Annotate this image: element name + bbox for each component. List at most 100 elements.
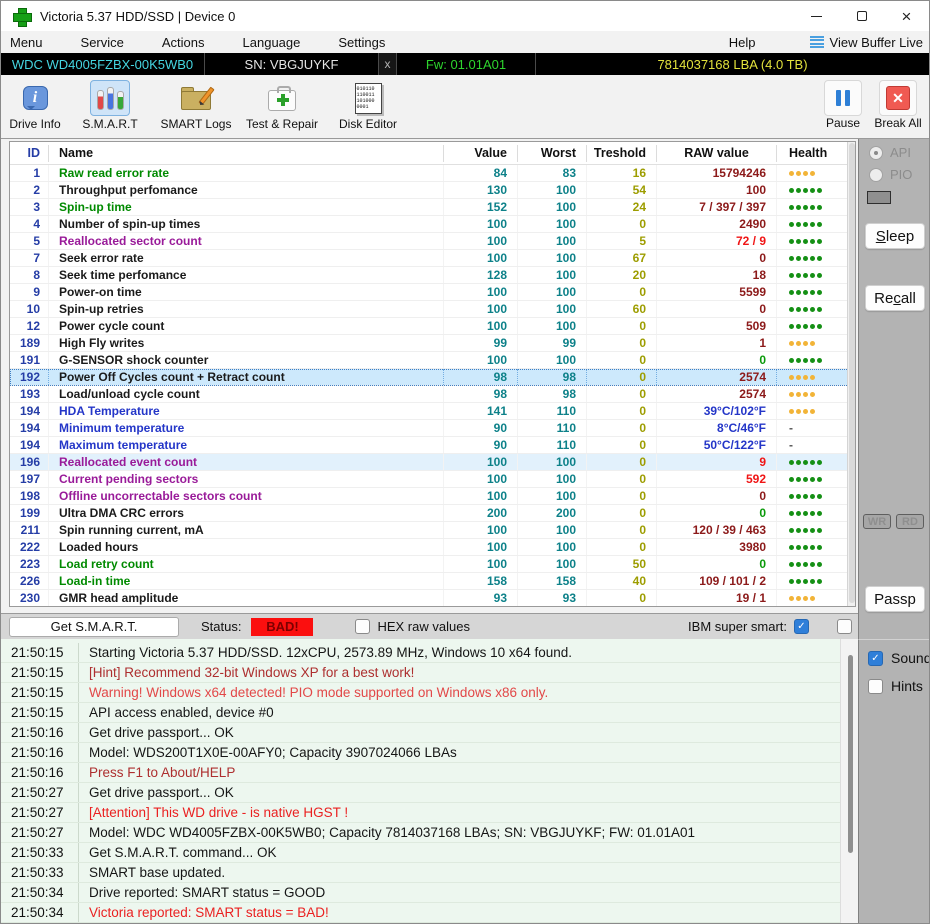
log-message: Warning! Windows x64 detected! PIO mode … <box>89 685 549 700</box>
menu-help[interactable]: Help <box>729 35 756 50</box>
sound-option[interactable]: ✓ Sound <box>868 650 930 666</box>
drive-info-button[interactable]: i Drive Info <box>3 80 67 138</box>
hex-raw-values-option[interactable]: HEX raw values <box>355 619 470 634</box>
passp-button[interactable]: Passp <box>865 586 925 612</box>
attr-treshold: 0 <box>587 420 657 436</box>
log-scrollbar[interactable] <box>840 639 858 923</box>
wr-button[interactable]: WR <box>863 514 891 529</box>
extra-checkbox[interactable] <box>837 619 852 634</box>
api-radio-option[interactable]: API <box>869 145 911 160</box>
disk-editor-button[interactable]: 010110 110011 101000 0001 Disk Editor <box>325 80 411 138</box>
hints-option[interactable]: Hints <box>868 678 923 694</box>
menu-settings[interactable]: Settings <box>338 35 385 50</box>
device-band-close-button[interactable]: x <box>378 53 397 75</box>
attr-raw-value: 0 <box>657 505 777 521</box>
attr-treshold: 20 <box>587 267 657 283</box>
table-row[interactable]: 2 Throughput perfomance 130 100 54 100 <box>10 182 855 199</box>
table-row[interactable]: 5 Reallocated sector count 100 100 5 72 … <box>10 233 855 250</box>
ibm-checkbox[interactable]: ✓ <box>794 619 809 634</box>
table-row[interactable]: 4 Number of spin-up times 100 100 0 2490 <box>10 216 855 233</box>
health-dot <box>810 527 815 533</box>
log-message: Get drive passport... OK <box>89 785 234 800</box>
break-all-button[interactable]: ✕ Break All <box>869 80 927 130</box>
table-row[interactable]: 193 Load/unload cycle count 98 98 0 2574 <box>10 386 855 403</box>
pause-button[interactable]: Pause <box>815 80 871 130</box>
title-bar: Victoria 5.37 HDD/SSD | Device 0 × <box>1 1 929 31</box>
table-row[interactable]: 1 Raw read error rate 84 83 16 15794246 <box>10 165 855 182</box>
table-row[interactable]: 230 GMR head amplitude 93 93 0 19 / 1 <box>10 590 855 606</box>
test-repair-button[interactable]: Test & Repair <box>239 80 325 138</box>
health-dot <box>796 578 801 584</box>
log-entry: 21:50:27 [Attention] This WD drive - is … <box>1 803 858 823</box>
table-row[interactable]: 211 Spin running current, mA 100 100 0 1… <box>10 522 855 539</box>
health-dot <box>796 391 801 397</box>
table-row[interactable]: 9 Power-on time 100 100 0 5599 <box>10 284 855 301</box>
maximize-button[interactable] <box>839 1 884 31</box>
rd-button[interactable]: RD <box>896 514 924 529</box>
smart-logs-button[interactable]: SMART Logs <box>153 80 239 138</box>
attr-raw-value: 2574 <box>657 386 777 402</box>
table-row[interactable]: 198 Offline uncorrectable sectors count … <box>10 488 855 505</box>
menu-menu[interactable]: Menu <box>10 35 43 50</box>
health-dot <box>817 238 822 244</box>
table-row[interactable]: 8 Seek time perfomance 128 100 20 18 <box>10 267 855 284</box>
table-row[interactable]: 3 Spin-up time 152 100 24 7 / 397 / 397 <box>10 199 855 216</box>
log-message: Get drive passport... OK <box>89 725 234 740</box>
attr-name: Load retry count <box>49 556 444 572</box>
table-row[interactable]: 194 HDA Temperature 141 110 0 39°C/102°F <box>10 403 855 420</box>
close-button[interactable]: × <box>884 1 929 31</box>
table-row[interactable]: 226 Load-in time 158 158 40 109 / 101 / … <box>10 573 855 590</box>
attr-value: 100 <box>444 318 518 334</box>
health-dot <box>789 340 794 346</box>
attr-id: 196 <box>10 454 49 470</box>
menu-service[interactable]: Service <box>81 35 124 50</box>
table-row[interactable]: 12 Power cycle count 100 100 0 509 <box>10 318 855 335</box>
table-row[interactable]: 223 Load retry count 100 100 50 0 <box>10 556 855 573</box>
table-scrollbar-thumb[interactable] <box>849 143 855 603</box>
table-row[interactable]: 192 Power Off Cycles count + Retract cou… <box>10 369 855 386</box>
sound-label: Sound <box>891 650 930 666</box>
hints-checkbox[interactable] <box>868 678 883 694</box>
log-message: Press F1 to About/HELP <box>89 765 236 780</box>
sound-checkbox[interactable]: ✓ <box>868 650 883 666</box>
pio-radio-option[interactable]: PIO <box>869 167 912 182</box>
attr-health <box>777 471 855 487</box>
view-buffer-live-button[interactable]: View Buffer Live <box>809 35 923 50</box>
attr-worst: 100 <box>518 250 587 266</box>
api-radio[interactable] <box>869 145 883 160</box>
recall-button[interactable]: Recall <box>865 285 925 311</box>
hex-checkbox[interactable] <box>355 619 371 634</box>
table-row[interactable]: 189 High Fly writes 99 99 0 1 <box>10 335 855 352</box>
attr-treshold: 16 <box>587 165 657 181</box>
table-scrollbar[interactable] <box>847 142 855 606</box>
folder-pencil-icon <box>181 86 215 110</box>
health-dot <box>796 170 801 176</box>
table-row[interactable]: 7 Seek error rate 100 100 67 0 <box>10 250 855 267</box>
attr-name: Spin-up time <box>49 199 444 215</box>
table-row[interactable]: 194 Maximum temperature 90 110 0 50°C/12… <box>10 437 855 454</box>
table-row[interactable]: 194 Minimum temperature 90 110 0 8°C/46°… <box>10 420 855 437</box>
log-scrollbar-thumb[interactable] <box>848 655 853 853</box>
attr-treshold: 0 <box>587 539 657 555</box>
table-row[interactable]: 191 G-SENSOR shock counter 100 100 0 0 <box>10 352 855 369</box>
get-smart-button[interactable]: Get S.M.A.R.T. <box>9 616 179 637</box>
smart-tab-button[interactable]: S.M.A.R.T <box>67 80 153 138</box>
attr-treshold: 60 <box>587 301 657 317</box>
attr-treshold: 0 <box>587 216 657 232</box>
health-dot <box>817 561 822 567</box>
attr-id: 199 <box>10 505 49 521</box>
table-row[interactable]: 196 Reallocated event count 100 100 0 9 <box>10 454 855 471</box>
log-timestamp: 21:50:15 <box>1 703 79 722</box>
minimize-icon <box>811 15 822 17</box>
table-header-row: ID Name Value Worst Treshold RAW value H… <box>10 142 855 165</box>
table-row[interactable]: 199 Ultra DMA CRC errors 200 200 0 0 <box>10 505 855 522</box>
minimize-button[interactable] <box>794 1 839 31</box>
sleep-button[interactable]: Sleep <box>865 223 925 249</box>
table-row[interactable]: 222 Loaded hours 100 100 0 3980 <box>10 539 855 556</box>
menu-actions[interactable]: Actions <box>162 35 205 50</box>
pio-radio[interactable] <box>869 167 883 182</box>
menu-language[interactable]: Language <box>243 35 301 50</box>
health-dot <box>796 595 801 601</box>
table-row[interactable]: 10 Spin-up retries 100 100 60 0 <box>10 301 855 318</box>
table-row[interactable]: 197 Current pending sectors 100 100 0 59… <box>10 471 855 488</box>
